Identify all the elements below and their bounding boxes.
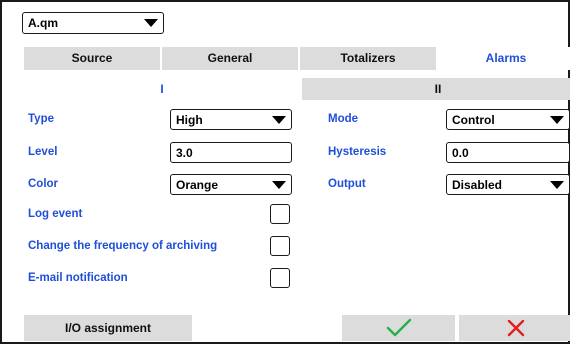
archive-frequency-label: Change the frequency of archiving [28, 240, 218, 252]
close-icon [507, 319, 524, 337]
device-select[interactable]: A.qm [22, 12, 164, 34]
color-label: Color [28, 178, 59, 190]
device-select-value: A.qm [28, 16, 58, 30]
color-select-value: Orange [176, 178, 219, 192]
tab-source[interactable]: Source [24, 47, 160, 70]
hysteresis-field[interactable]: 0.0 [446, 142, 570, 163]
tab-alarms[interactable]: Alarms [438, 47, 570, 70]
confirm-button[interactable] [342, 315, 455, 341]
check-icon [386, 318, 411, 337]
cancel-button[interactable] [459, 315, 570, 341]
chevron-down-icon [272, 181, 286, 189]
mode-label: Mode [328, 113, 359, 125]
type-label: Type [28, 113, 54, 125]
chevron-down-icon [272, 116, 286, 124]
chevron-down-icon [550, 116, 564, 124]
email-notification-checkbox[interactable] [270, 268, 290, 288]
settings-window: A.qm Source General Totalizers Alarms I … [0, 0, 570, 344]
alarm-tab-1[interactable]: I [24, 78, 300, 100]
level-label: Level [28, 146, 58, 158]
hysteresis-value: 0.0 [452, 146, 469, 160]
output-select-value: Disabled [452, 178, 503, 192]
output-select[interactable]: Disabled [446, 174, 570, 195]
color-select[interactable]: Orange [170, 174, 292, 195]
tab-alarms-label: Alarms [485, 51, 527, 65]
mode-select[interactable]: Control [446, 109, 570, 130]
log-event-label: Log event [28, 208, 83, 220]
tab-general[interactable]: General [162, 47, 298, 70]
log-event-checkbox[interactable] [270, 204, 290, 224]
tab-general-label: General [207, 51, 253, 65]
chevron-down-icon [550, 181, 564, 189]
tab-totalizers[interactable]: Totalizers [300, 47, 436, 70]
type-select-value: High [176, 113, 203, 127]
tab-source-label: Source [71, 51, 113, 65]
level-field[interactable]: 3.0 [170, 142, 292, 163]
io-assignment-button[interactable]: I/O assignment [24, 315, 192, 341]
type-select[interactable]: High [170, 109, 292, 130]
alarm-tab-1-label: I [160, 82, 164, 96]
archive-frequency-checkbox[interactable] [270, 236, 290, 256]
tab-totalizers-label: Totalizers [340, 51, 396, 65]
level-value: 3.0 [176, 146, 193, 160]
io-assignment-label: I/O assignment [64, 321, 152, 335]
output-label: Output [328, 178, 366, 190]
hysteresis-label: Hysteresis [328, 146, 387, 158]
mode-select-value: Control [452, 113, 495, 127]
alarm-tab-2[interactable]: II [302, 78, 570, 100]
chevron-down-icon [144, 19, 158, 27]
alarm-tab-2-label: II [434, 82, 442, 96]
email-notification-label: E-mail notification [28, 272, 128, 284]
